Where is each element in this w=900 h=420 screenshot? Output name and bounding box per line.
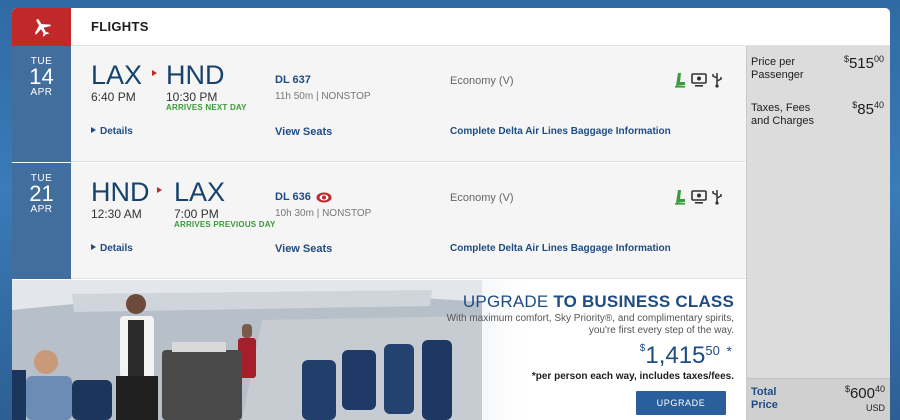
partner-eye-icon (316, 192, 332, 202)
cabin-class: Economy (V) (450, 192, 514, 204)
view-seats-link[interactable]: View Seats (275, 126, 332, 138)
taxes-fees-value: $8540 (852, 100, 884, 118)
date-day: 21 (29, 181, 54, 206)
date-day: 14 (29, 64, 54, 89)
price-integer: 600 (849, 385, 875, 402)
price-summary: Price per Passenger $51500 Taxes, Fees a… (746, 46, 890, 420)
taxes-fees-label: Taxes, Fees and Charges (751, 102, 814, 127)
caret-right-icon (91, 127, 96, 133)
date-month: APR (30, 204, 53, 215)
details-link[interactable]: Details (91, 126, 133, 137)
amenities (674, 189, 722, 205)
destination-airport: LAX (174, 177, 226, 207)
power-usb-icon (712, 190, 722, 205)
seat-icon (675, 190, 685, 205)
upgrade-fine-print: *per person each way, includes taxes/fee… (531, 371, 734, 382)
upgrade-button[interactable]: UPGRADE (636, 391, 726, 415)
upgrade-title: UPGRADE TO BUSINESS CLASS (463, 292, 734, 312)
flight-number-label: DL 637 (275, 74, 311, 86)
arrow-right-icon (157, 187, 162, 193)
upgrade-price-amount: 1,415 (645, 342, 706, 369)
flight-number-label: DL 636 (275, 191, 311, 203)
arrival-note: ARRIVES PREVIOUS DAY (174, 220, 276, 229)
flight-duration: 10h 30m | NONSTOP (275, 208, 372, 219)
power-usb-icon (712, 73, 722, 88)
view-seats-link[interactable]: View Seats (275, 243, 332, 255)
flights-header: FLIGHTS (12, 8, 890, 46)
upgrade-price-cents: 50 (705, 343, 720, 358)
price-per-passenger-value: $51500 (844, 54, 884, 72)
flight-date: TUE 21 APR (12, 163, 71, 279)
seat-icon (675, 73, 685, 88)
amenities (674, 72, 722, 88)
details-label: Details (100, 243, 133, 254)
price-cents: 40 (873, 100, 884, 110)
total-price-section: Total Price $60040 USD (747, 378, 890, 420)
depart-time: 12:30 AM (91, 207, 142, 221)
price-cents: 40 (874, 384, 885, 394)
price-per-passenger-label: Price per Passenger (751, 56, 804, 81)
flight-date: TUE 14 APR (12, 46, 71, 162)
currency-code: USD (865, 403, 885, 413)
arrive-time: 7:00 PM (174, 207, 219, 221)
plane-icon (12, 8, 71, 46)
date-month: APR (30, 87, 53, 98)
upgrade-description: With maximum comfort, Sky Priority®, and… (446, 313, 734, 336)
cabin-class: Economy (V) (450, 75, 514, 87)
arrival-note: ARRIVES NEXT DAY (166, 103, 247, 112)
upgrade-title-emphasis: TO BUSINESS CLASS (553, 292, 734, 311)
details-label: Details (100, 126, 133, 137)
flight-number[interactable]: DL 636 (275, 191, 332, 203)
total-price-label: Total Price (751, 386, 778, 411)
total-price-value: $60040 (845, 384, 885, 402)
upgrade-price-asterisk: * (726, 343, 732, 359)
arrow-right-icon (152, 70, 157, 76)
depart-time: 6:40 PM (91, 90, 136, 104)
entertainment-screen-icon (691, 73, 707, 87)
price-integer: 85 (857, 101, 874, 118)
destination-airport: HND (166, 60, 225, 90)
flight-number[interactable]: DL 637 (275, 74, 311, 86)
caret-right-icon (91, 244, 96, 250)
cabin-photo (12, 280, 482, 420)
flight-row: TUE 14 APR LAX HND 6:40 PM 10:30 PM ARRI… (12, 46, 746, 162)
price-cents: 00 (873, 54, 884, 64)
origin-airport: LAX (91, 60, 143, 90)
flight-duration: 11h 50m | NONSTOP (275, 91, 371, 102)
flights-panel: FLIGHTS TUE 14 APR LAX HND 6:40 PM 10:30… (12, 8, 890, 420)
upgrade-title-lead: UPGRADE (462, 292, 554, 311)
arrive-time: 10:30 PM (166, 90, 218, 104)
upgrade-price: $1,41550 * (640, 342, 732, 370)
details-link[interactable]: Details (91, 243, 133, 254)
price-integer: 515 (848, 55, 874, 72)
origin-airport: HND (91, 177, 150, 207)
page-title: FLIGHTS (91, 19, 149, 34)
flight-row: TUE 21 APR HND LAX 12:30 AM 7:00 PM ARRI… (12, 163, 746, 279)
baggage-info-link[interactable]: Complete Delta Air Lines Baggage Informa… (450, 243, 671, 254)
baggage-info-link[interactable]: Complete Delta Air Lines Baggage Informa… (450, 126, 671, 137)
upgrade-promo: UPGRADE TO BUSINESS CLASS With maximum c… (12, 280, 746, 420)
entertainment-screen-icon (691, 190, 707, 204)
